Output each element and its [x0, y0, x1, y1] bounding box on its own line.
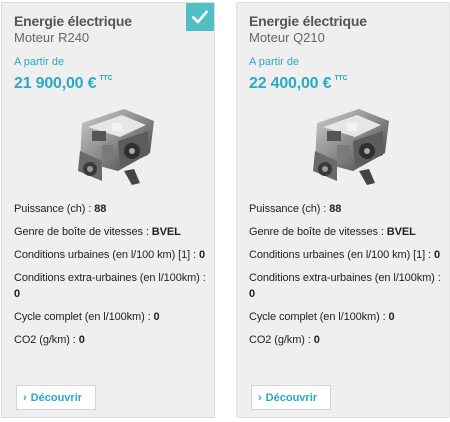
spec-list: Puissance (ch) : 88 Genre de boîte de vi…: [14, 201, 214, 348]
motor-card-q210[interactable]: Energie électrique Moteur Q210 A partir …: [236, 2, 450, 418]
spec-extra-urban: Conditions extra-urbaines (en l/100km) :…: [14, 272, 206, 300]
discover-button-label: Découvrir: [265, 391, 318, 404]
spec-co2: CO2 (g/km) : 0: [14, 334, 85, 346]
price-value: 22 400,00 €: [249, 75, 332, 92]
price-value: 21 900,00 €: [14, 75, 97, 92]
price-suffix: TTC: [334, 75, 348, 82]
energy-label: Energie électrique: [14, 13, 132, 29]
price-from-label: A partir de: [14, 56, 65, 68]
spec-urban: Conditions urbaines (en l/100 km) [1] : …: [14, 249, 205, 261]
spec-gearbox: Genre de boîte de vitesses : BVEL: [249, 226, 416, 238]
chevron-right-icon: ›: [258, 391, 262, 404]
chevron-right-icon: ›: [23, 391, 27, 404]
spec-power: Puissance (ch) : 88: [14, 203, 107, 215]
checkmark-icon[interactable]: [186, 3, 214, 31]
price: 22 400,00 € TTC: [249, 69, 449, 93]
spec-urban: Conditions urbaines (en l/100 km) [1] : …: [249, 249, 440, 261]
engine-image: [297, 101, 401, 187]
engine-image: [62, 101, 166, 187]
motor-cards: Energie électrique Moteur R240 A partir …: [0, 0, 450, 422]
spec-co2: CO2 (g/km) : 0: [249, 334, 320, 346]
motor-name: Moteur Q210: [249, 30, 325, 45]
price-suffix: TTC: [99, 75, 113, 82]
price: 21 900,00 € TTC: [14, 69, 214, 93]
spec-combined: Cycle complet (en l/100km) : 0: [249, 311, 395, 323]
discover-button[interactable]: › Découvrir: [16, 385, 96, 410]
motor-name: Moteur R240: [14, 30, 90, 45]
energy-label: Energie électrique: [249, 13, 367, 29]
discover-button[interactable]: › Découvrir: [251, 385, 331, 410]
price-from-label: A partir de: [249, 56, 300, 68]
motor-card-r240[interactable]: Energie électrique Moteur R240 A partir …: [1, 2, 215, 418]
discover-button-label: Découvrir: [30, 391, 83, 404]
spec-list: Puissance (ch) : 88 Genre de boîte de vi…: [249, 201, 449, 348]
spec-combined: Cycle complet (en l/100km) : 0: [14, 311, 160, 323]
spec-extra-urban: Conditions extra-urbaines (en l/100km) :…: [249, 272, 441, 300]
spec-power: Puissance (ch) : 88: [249, 203, 342, 215]
spec-gearbox: Genre de boîte de vitesses : BVEL: [14, 226, 181, 238]
